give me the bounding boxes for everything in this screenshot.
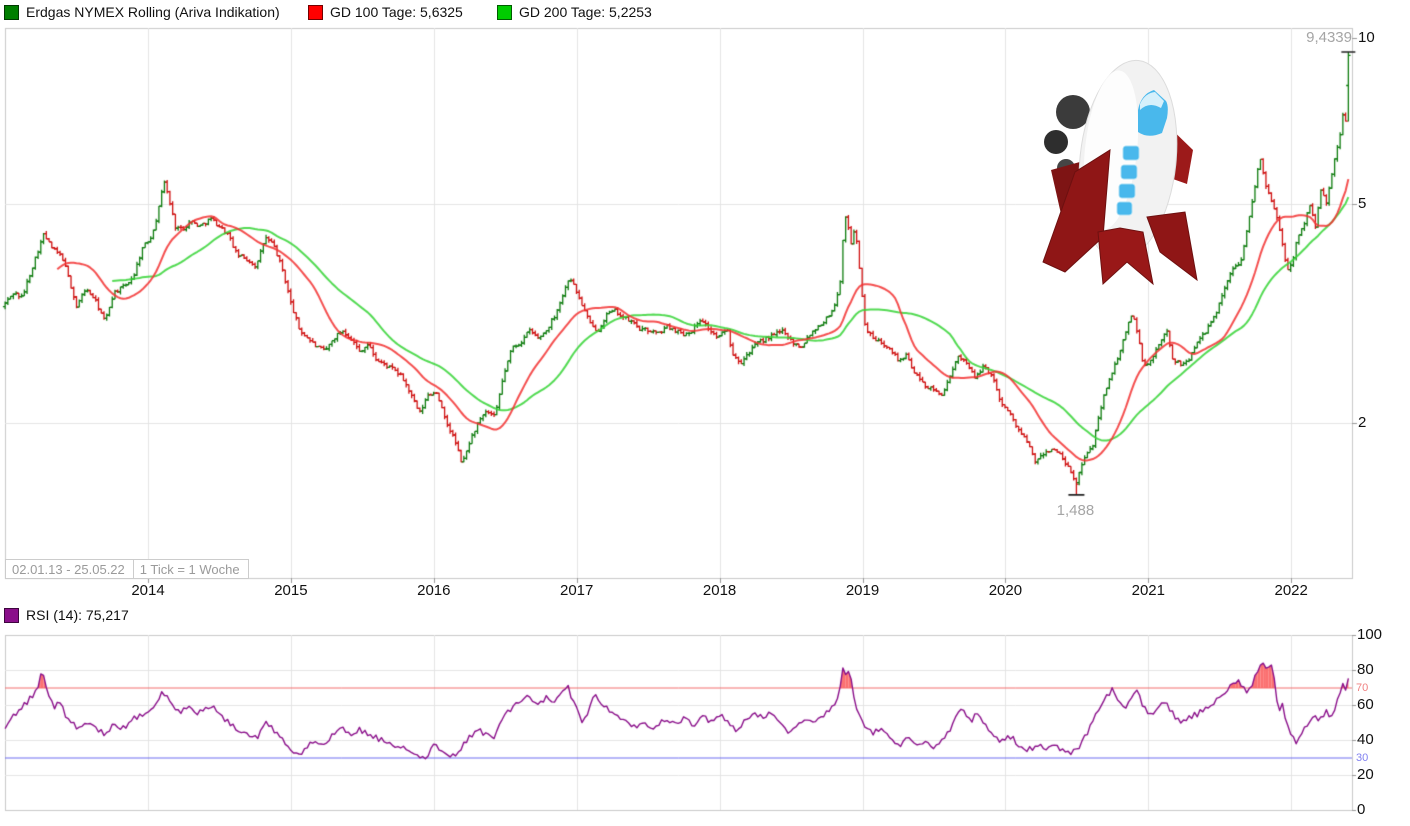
year-axis-tick: 2016 — [412, 582, 456, 599]
gd200-legend: GD 200 Tage: 5,2253 — [497, 3, 652, 21]
date-range-label: 02.01.13 - 25.05.22 — [5, 559, 134, 579]
rsi-threshold-tick: 70 — [1356, 682, 1368, 694]
year-axis-tick: 2019 — [841, 582, 885, 599]
low-price-annotation: 1,488 — [1043, 502, 1107, 519]
gd200-color-swatch — [497, 5, 512, 20]
chart-info-box: 02.01.13 - 25.05.22 1 Tick = 1 Woche — [5, 559, 249, 579]
year-axis-tick: 2022 — [1269, 582, 1313, 599]
year-axis-tick: 2014 — [126, 582, 170, 599]
gd100-legend: GD 100 Tage: 5,6325 — [308, 3, 463, 21]
rsi-threshold-tick: 30 — [1356, 752, 1368, 764]
gd200-legend-label: GD 200 Tage: 5,2253 — [519, 4, 652, 20]
year-axis-tick: 2021 — [1126, 582, 1170, 599]
price-axis-tick: 5 — [1358, 196, 1366, 212]
rsi-axis-tick: 100 — [1357, 627, 1382, 643]
series-legend-label: Erdgas NYMEX Rolling (Ariva Indikation) — [26, 4, 280, 20]
rocket-icon — [1035, 32, 1205, 292]
rsi-axis-tick: 80 — [1357, 662, 1374, 678]
rsi-legend-label: RSI (14): 75,217 — [26, 607, 129, 623]
gd100-legend-label: GD 100 Tage: 5,6325 — [330, 4, 463, 20]
rsi-axis-tick: 60 — [1357, 697, 1374, 713]
year-axis-tick: 2018 — [698, 582, 742, 599]
year-axis-tick: 2017 — [555, 582, 599, 599]
series-legend: Erdgas NYMEX Rolling (Ariva Indikation) — [4, 3, 280, 21]
year-axis-tick: 2015 — [269, 582, 313, 599]
rsi-legend: RSI (14): 75,217 — [4, 606, 129, 624]
price-axis-tick: 2 — [1358, 415, 1366, 431]
chart-page: Erdgas NYMEX Rolling (Ariva Indikation) … — [0, 0, 1410, 826]
price-axis-tick: 10 — [1358, 30, 1375, 46]
series-color-swatch — [4, 5, 19, 20]
rsi-axis-tick: 20 — [1357, 767, 1374, 783]
tick-interval-label: 1 Tick = 1 Woche — [134, 559, 249, 579]
rsi-axis-tick: 0 — [1357, 802, 1365, 818]
gd100-color-swatch — [308, 5, 323, 20]
rsi-axis-tick: 40 — [1357, 732, 1374, 748]
last-price-annotation: 9,4339 — [1306, 29, 1352, 46]
rsi-color-swatch — [4, 608, 19, 623]
year-axis-tick: 2020 — [983, 582, 1027, 599]
